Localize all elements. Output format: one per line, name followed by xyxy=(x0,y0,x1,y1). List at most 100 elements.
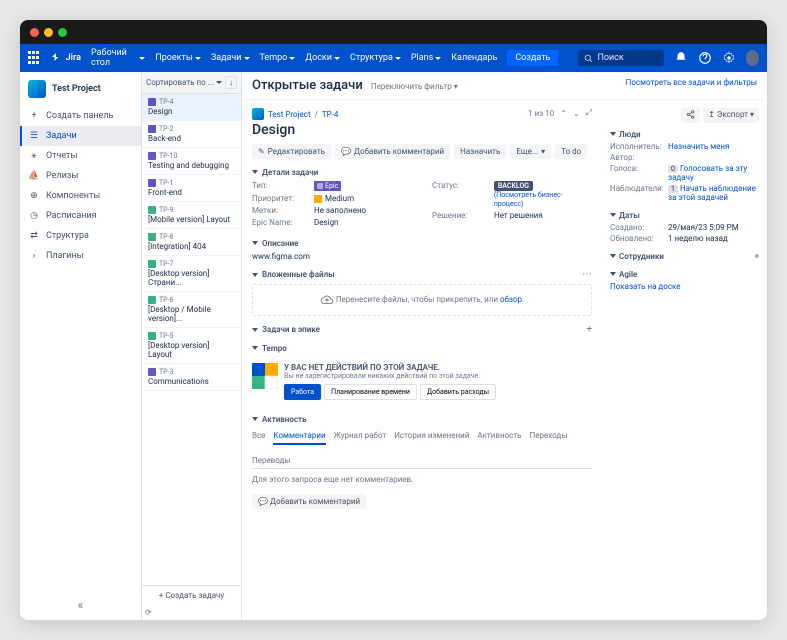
tab-worklog[interactable]: Журнал работ xyxy=(334,428,387,445)
agile-heading[interactable]: Agile xyxy=(610,269,759,279)
issue-TP-3[interactable]: TP-3Communications xyxy=(142,364,241,391)
issue-TP-5[interactable]: TP-5[Desktop version] Layout xyxy=(142,328,241,364)
dates-heading[interactable]: Даты xyxy=(610,210,759,220)
tab-transitions[interactable]: Переходы xyxy=(530,428,568,445)
expand-icon[interactable]: ⤢ xyxy=(586,108,592,118)
create-issue-link[interactable]: + Создать задачу xyxy=(142,585,241,605)
issue-TP-7[interactable]: TP-7[Desktop version] Страни... xyxy=(142,256,241,292)
issue-TP-4[interactable]: TP-4Design xyxy=(142,94,241,121)
issue-TP-1[interactable]: TP-1Front-end xyxy=(142,175,241,202)
sort-dropdown[interactable]: Сортировать по ...↓ xyxy=(142,72,241,94)
epic-issues-heading[interactable]: Задачи в эпике+ xyxy=(252,324,592,335)
chevron-right-icon: › xyxy=(28,250,40,262)
watch-link[interactable]: Начать наблюдение за этой задачей xyxy=(668,184,756,202)
issue-TP-6[interactable]: TP-6[Desktop / Mobile version]... xyxy=(142,292,241,328)
tab-comments[interactable]: Комментарии xyxy=(273,428,325,445)
todo-button[interactable]: To do xyxy=(555,144,587,159)
story-icon xyxy=(148,260,156,268)
issue-TP-10[interactable]: TP-10Testing and debugging xyxy=(142,148,241,175)
tab-history[interactable]: История изменений xyxy=(394,428,469,445)
add-comment-button[interactable]: 💬 Добавить комментарий xyxy=(252,494,366,509)
minimize-window[interactable] xyxy=(44,28,53,37)
comment-button[interactable]: 💬Добавить комментарий xyxy=(335,144,450,159)
nav-tempo[interactable]: Tempo xyxy=(260,53,296,63)
attachments-menu[interactable]: ⋯ xyxy=(582,269,592,280)
collapse-sidebar[interactable]: « xyxy=(20,590,141,620)
attachments-heading[interactable]: Вложенные файлы⋯ xyxy=(252,269,592,280)
tab-activity[interactable]: Активность xyxy=(477,428,521,445)
issue-TP-8[interactable]: TP-8[Integration] 404 xyxy=(142,229,241,256)
nav-boards[interactable]: Доски xyxy=(305,53,340,63)
pager-next[interactable]: ⌄ xyxy=(573,109,580,118)
nav-workspace[interactable]: Рабочий стол xyxy=(91,48,145,68)
tab-translations[interactable]: Переводы xyxy=(252,453,291,468)
jira-logo[interactable]: Jira xyxy=(50,52,81,64)
add-collaborator[interactable]: + xyxy=(755,252,759,261)
tab-all[interactable]: Все xyxy=(252,428,265,445)
view-all-link[interactable]: Посмотреть все задачи и фильтры xyxy=(626,78,757,87)
collaborators-heading[interactable]: Сотрудники+ xyxy=(610,251,759,261)
more-button[interactable]: Еще...▾ xyxy=(510,144,551,159)
close-window[interactable] xyxy=(30,28,39,37)
people-heading[interactable]: Люди xyxy=(610,129,759,139)
nav-plans[interactable]: Plans xyxy=(411,53,441,63)
comment-icon: 💬 xyxy=(258,497,268,506)
sidebar-schedules[interactable]: ◷Расписания xyxy=(20,206,141,226)
tempo-plan-tab[interactable]: Планирование времени xyxy=(324,384,417,400)
nav-calendar[interactable]: Календарь xyxy=(451,53,497,63)
assign-button[interactable]: Назначить xyxy=(454,144,506,159)
vote-link[interactable]: Голосовать за эту задачу xyxy=(668,164,747,182)
nav-structure[interactable]: Структура xyxy=(350,53,401,63)
switch-filter[interactable]: Переключить фильтр ▾ xyxy=(371,82,458,91)
export-button[interactable]: ↥ Экспорт ▾ xyxy=(703,108,759,123)
tempo-work-tab[interactable]: Работа xyxy=(284,384,321,400)
sidebar-structure[interactable]: ⇄Структура xyxy=(20,226,141,246)
sidebar-plugins[interactable]: ›Плагины xyxy=(20,246,141,266)
settings-icon[interactable] xyxy=(722,50,736,66)
tempo-expenses-tab[interactable]: Добавить расходы xyxy=(420,384,496,400)
share-button[interactable] xyxy=(681,108,700,123)
sidebar-components[interactable]: ⊕Компоненты xyxy=(20,186,141,206)
breadcrumb: Test Project / TP-4 xyxy=(252,108,528,120)
project-icon xyxy=(28,80,46,98)
issue-TP-2[interactable]: TP-2Back-end xyxy=(142,121,241,148)
story-icon xyxy=(148,233,156,241)
description-heading[interactable]: Описание xyxy=(252,238,592,248)
description-value: www.figma.com xyxy=(252,252,592,261)
resolution-label: Решение: xyxy=(432,211,494,220)
details-heading[interactable]: Детали задачи xyxy=(252,167,592,177)
browse-link[interactable]: обзор xyxy=(500,295,522,304)
export-icon: ↥ xyxy=(708,110,715,119)
show-on-board-link[interactable]: Показать на доске xyxy=(610,282,681,291)
pager-prev[interactable]: ⌃ xyxy=(560,109,567,118)
view-workflow-link[interactable]: (Посмотреть бизнес-процесс) xyxy=(494,191,563,208)
sidebar-reports[interactable]: ⚹Отчеты xyxy=(20,146,141,166)
breadcrumb-project[interactable]: Test Project xyxy=(268,110,311,119)
search-input[interactable]: Поиск xyxy=(578,50,663,66)
refresh-icon[interactable]: ⟳ xyxy=(142,605,241,620)
tempo-heading[interactable]: Tempo xyxy=(252,343,592,353)
nav-projects[interactable]: Проекты xyxy=(155,53,201,63)
sidebar-releases[interactable]: ⛵Релизы xyxy=(20,166,141,186)
edit-button[interactable]: ✎Редактировать xyxy=(252,144,331,159)
activity-heading[interactable]: Активность xyxy=(252,414,592,424)
upload-area[interactable]: Перенесите файлы, чтобы прикрепить, или … xyxy=(252,284,592,316)
sidebar-issues[interactable]: ☰Задачи xyxy=(20,126,141,146)
releases-icon: ⛵ xyxy=(28,170,40,182)
assign-me-link[interactable]: Назначить меня xyxy=(668,142,729,151)
add-epic-issue[interactable]: + xyxy=(586,324,592,335)
issue-TP-9[interactable]: TP-9[Mobile version] Layout xyxy=(142,202,241,229)
create-button[interactable]: Создать xyxy=(507,50,558,66)
breadcrumb-key[interactable]: TP-4 xyxy=(322,110,339,119)
sort-direction[interactable]: ↓ xyxy=(225,76,237,89)
epic-icon xyxy=(148,98,156,106)
app-switcher-icon[interactable] xyxy=(28,51,40,65)
project-header[interactable]: Test Project xyxy=(20,72,141,106)
user-avatar[interactable] xyxy=(746,50,759,66)
notifications-icon[interactable] xyxy=(674,50,688,66)
maximize-window[interactable] xyxy=(58,28,67,37)
story-icon xyxy=(148,332,156,340)
help-icon[interactable] xyxy=(698,50,712,66)
nav-issues[interactable]: Задачи xyxy=(211,53,250,63)
create-panel[interactable]: +Создать панель xyxy=(20,106,141,126)
